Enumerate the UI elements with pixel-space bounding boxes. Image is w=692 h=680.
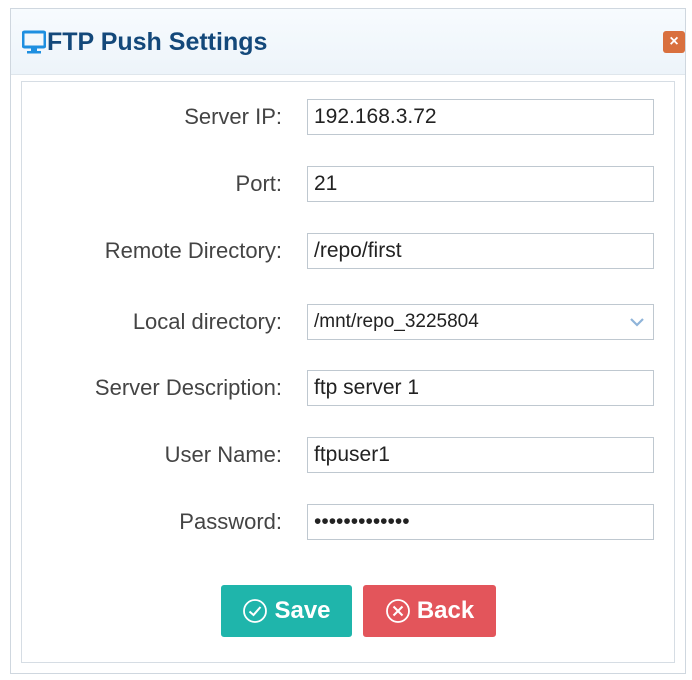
- save-button[interactable]: Save: [221, 585, 352, 637]
- user-name-input[interactable]: [307, 437, 654, 473]
- x-circle-icon: [385, 599, 410, 623]
- dialog-title: FTP Push Settings: [47, 28, 268, 56]
- password-label: Password:: [179, 509, 282, 534]
- back-button-label: Back: [416, 597, 475, 624]
- user-name-row: User Name:: [22, 437, 674, 473]
- save-button-label: Save: [274, 597, 331, 624]
- server-description-input[interactable]: [307, 370, 654, 406]
- close-icon[interactable]: ×: [663, 31, 685, 53]
- check-circle-icon: [243, 599, 268, 623]
- server-ip-label: Server IP:: [184, 104, 282, 129]
- local-directory-select[interactable]: /mnt/repo_3225804: [307, 304, 654, 340]
- monitor-icon: [21, 30, 47, 54]
- ftp-push-settings-dialog: FTP Push Settings × Server IP: Port: Rem…: [10, 8, 686, 674]
- chevron-down-icon[interactable]: [627, 312, 647, 332]
- server-description-label: Server Description:: [94, 375, 282, 400]
- remote-directory-label: Remote Directory:: [104, 238, 282, 263]
- port-label: Port:: [235, 171, 282, 196]
- user-name-label: User Name:: [164, 442, 282, 467]
- password-input[interactable]: [307, 504, 654, 540]
- server-ip-row: Server IP:: [22, 99, 674, 135]
- password-row: Password:: [22, 504, 674, 540]
- remote-directory-row: Remote Directory:: [22, 233, 674, 269]
- local-directory-label: Local directory:: [132, 309, 282, 334]
- port-input[interactable]: [307, 166, 654, 202]
- back-button[interactable]: Back: [363, 585, 496, 637]
- local-directory-value: /mnt/repo_3225804: [314, 311, 479, 332]
- settings-form: Server IP: Port: Remote Directory: Local…: [21, 81, 675, 663]
- server-ip-input[interactable]: [307, 99, 654, 135]
- local-directory-row: Local directory: /mnt/repo_3225804: [22, 304, 674, 340]
- remote-directory-input[interactable]: [307, 233, 654, 269]
- dialog-titlebar: FTP Push Settings ×: [11, 9, 685, 75]
- port-row: Port:: [22, 166, 674, 202]
- server-description-row: Server Description:: [22, 370, 674, 406]
